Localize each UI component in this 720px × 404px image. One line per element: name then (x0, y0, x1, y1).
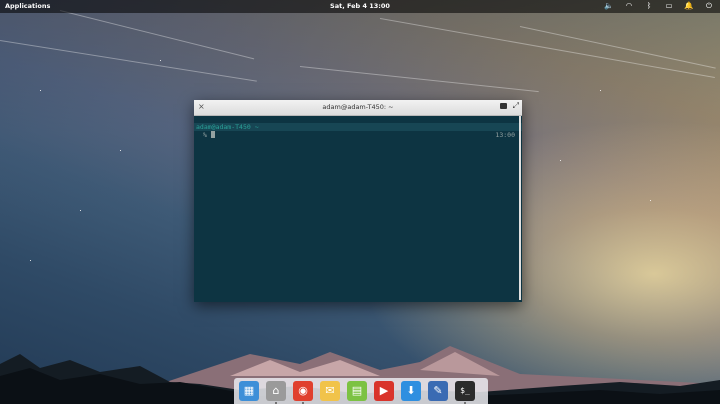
prompt-directory: ~ (250, 123, 259, 131)
dock-item-videos[interactable]: ▶ (374, 381, 394, 401)
prompt-symbol: % (203, 131, 207, 139)
dock-items: ▦ ⌂ ◉ ✉ ▤ ▶ ⬇ ✎ $_ (239, 381, 475, 404)
calendar-icon: ▤ (351, 384, 363, 397)
star (600, 90, 601, 91)
download-icon: ⬇ (406, 384, 416, 397)
dock-item-files[interactable]: ⌂ (266, 381, 286, 404)
power-icon[interactable]: ⏻ (704, 1, 714, 11)
dock-item-multitasking-view[interactable]: ▦ (239, 381, 259, 401)
mail-icon: ✉ (325, 384, 335, 397)
folder-icon: ⌂ (272, 384, 280, 397)
dock-item-mail[interactable]: ✉ (320, 381, 340, 401)
chrome-icon: ◉ (298, 384, 308, 397)
system-tray: 🔈 ◠ ᛒ ▭ 🔔 ⏻ (604, 1, 714, 11)
battery-icon[interactable]: ▭ (664, 1, 674, 11)
text-cursor (211, 131, 215, 138)
dock: ▦ ⌂ ◉ ✉ ▤ ▶ ⬇ ✎ $_ (234, 378, 488, 404)
terminal-icon[interactable] (500, 103, 507, 109)
window-titlebar[interactable]: × adam@adam-T450: ~ ⤢ (194, 100, 522, 116)
editor-icon: ✎ (433, 384, 443, 397)
video-icon: ▶ (379, 384, 389, 397)
terminal-window[interactable]: × adam@adam-T450: ~ ⤢ adam@adam-T450 ~ %… (194, 100, 522, 302)
notifications-icon[interactable]: 🔔 (684, 1, 694, 11)
star (120, 150, 121, 151)
scrollbar[interactable] (519, 116, 521, 300)
prompt-time: 13:00 (495, 131, 515, 139)
desktop: Applications Sat, Feb 4 13:00 🔈 ◠ ᛒ ▭ 🔔 … (0, 0, 720, 404)
top-panel: Applications Sat, Feb 4 13:00 🔈 ◠ ᛒ ▭ 🔔 … (0, 0, 720, 13)
maximize-icon[interactable]: ⤢ (513, 101, 519, 111)
terminal-body[interactable]: adam@adam-T450 ~ % 13:00 (194, 116, 522, 302)
wifi-icon[interactable]: ◠ (624, 1, 634, 11)
dock-item-terminal[interactable]: $_ (455, 381, 475, 404)
volume-icon[interactable]: 🔈 (604, 1, 614, 11)
dock-item-code-editor[interactable]: ✎ (428, 381, 448, 401)
dock-item-chrome[interactable]: ◉ (293, 381, 313, 404)
star (40, 90, 41, 91)
dock-item-calendar[interactable]: ▤ (347, 381, 367, 401)
prompt-user: adam@adam-T450 (196, 123, 251, 131)
bluetooth-icon[interactable]: ᛒ (644, 1, 654, 11)
multitasking-icon: ▦ (243, 384, 255, 397)
star (650, 200, 651, 201)
star (30, 260, 31, 261)
prompt-line: adam@adam-T450 ~ (196, 123, 259, 131)
terminal-icon: $_ (460, 386, 470, 395)
window-title: adam@adam-T450: ~ (322, 103, 394, 111)
dock-item-appcenter[interactable]: ⬇ (401, 381, 421, 401)
star (80, 210, 81, 211)
star (560, 160, 561, 161)
star (160, 60, 161, 61)
